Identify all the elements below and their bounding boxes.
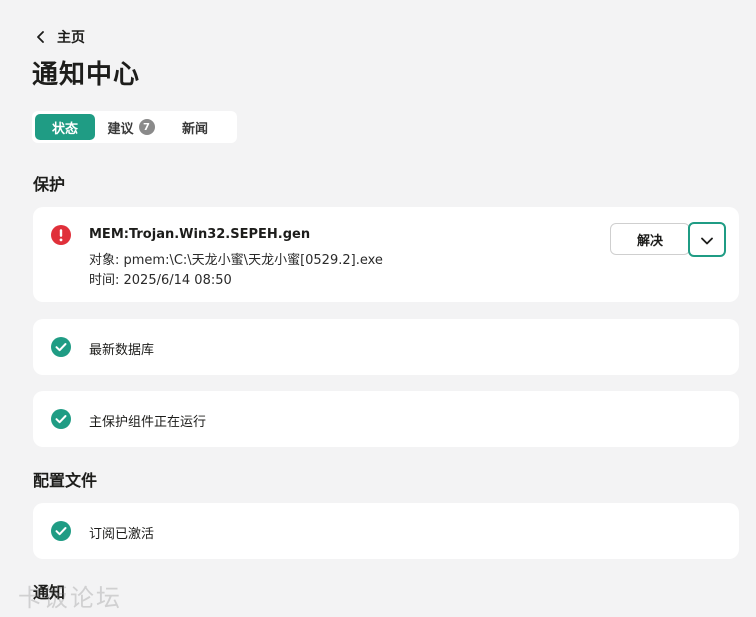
section-heading-protection: 保护	[33, 175, 66, 194]
threat-object: 对象: pmem:\C:\天龙小蜜\天龙小蜜[0529.2].exe	[89, 253, 383, 268]
back-label: 主页	[57, 30, 85, 46]
status-card-subscription: 订阅已激活	[33, 503, 739, 559]
error-icon	[51, 225, 71, 245]
threat-card: MEM:Trojan.Win32.SEPEH.gen 对象: pmem:\C:\…	[33, 207, 739, 302]
status-card-components: 主保护组件正在运行	[33, 391, 739, 447]
suggestions-count-badge: 7	[138, 119, 155, 135]
tab-status[interactable]: 状态	[35, 114, 95, 140]
section-heading-profile: 配置文件	[33, 471, 98, 490]
status-text-components: 主保护组件正在运行	[89, 415, 207, 430]
forum-watermark: 卡饭论坛	[18, 584, 122, 612]
status-text-subscription: 订阅已激活	[89, 527, 155, 542]
tab-suggestions[interactable]: 建议 7	[95, 114, 167, 140]
back-link[interactable]: 主页	[33, 27, 85, 47]
tab-news[interactable]: 新闻	[167, 114, 223, 140]
tab-suggestions-label: 建议	[107, 121, 134, 137]
status-card-databases: 最新数据库	[33, 319, 739, 375]
threat-time: 时间: 2025/6/14 08:50	[89, 273, 232, 288]
check-circle-icon	[51, 409, 71, 429]
check-circle-icon	[51, 521, 71, 541]
tab-news-label: 新闻	[181, 121, 208, 137]
page-title: 通知中心	[32, 60, 141, 90]
threat-name: MEM:Trojan.Win32.SEPEH.gen	[89, 227, 311, 242]
tab-bar: 状态 建议 7 新闻	[32, 111, 237, 143]
resolve-button[interactable]: 解决	[610, 223, 690, 255]
more-actions-button[interactable]	[688, 222, 726, 257]
check-circle-icon	[51, 337, 71, 357]
chevron-down-icon	[701, 230, 713, 249]
status-text-databases: 最新数据库	[89, 343, 155, 358]
chevron-left-icon	[33, 28, 49, 46]
tab-status-label: 状态	[51, 121, 78, 137]
